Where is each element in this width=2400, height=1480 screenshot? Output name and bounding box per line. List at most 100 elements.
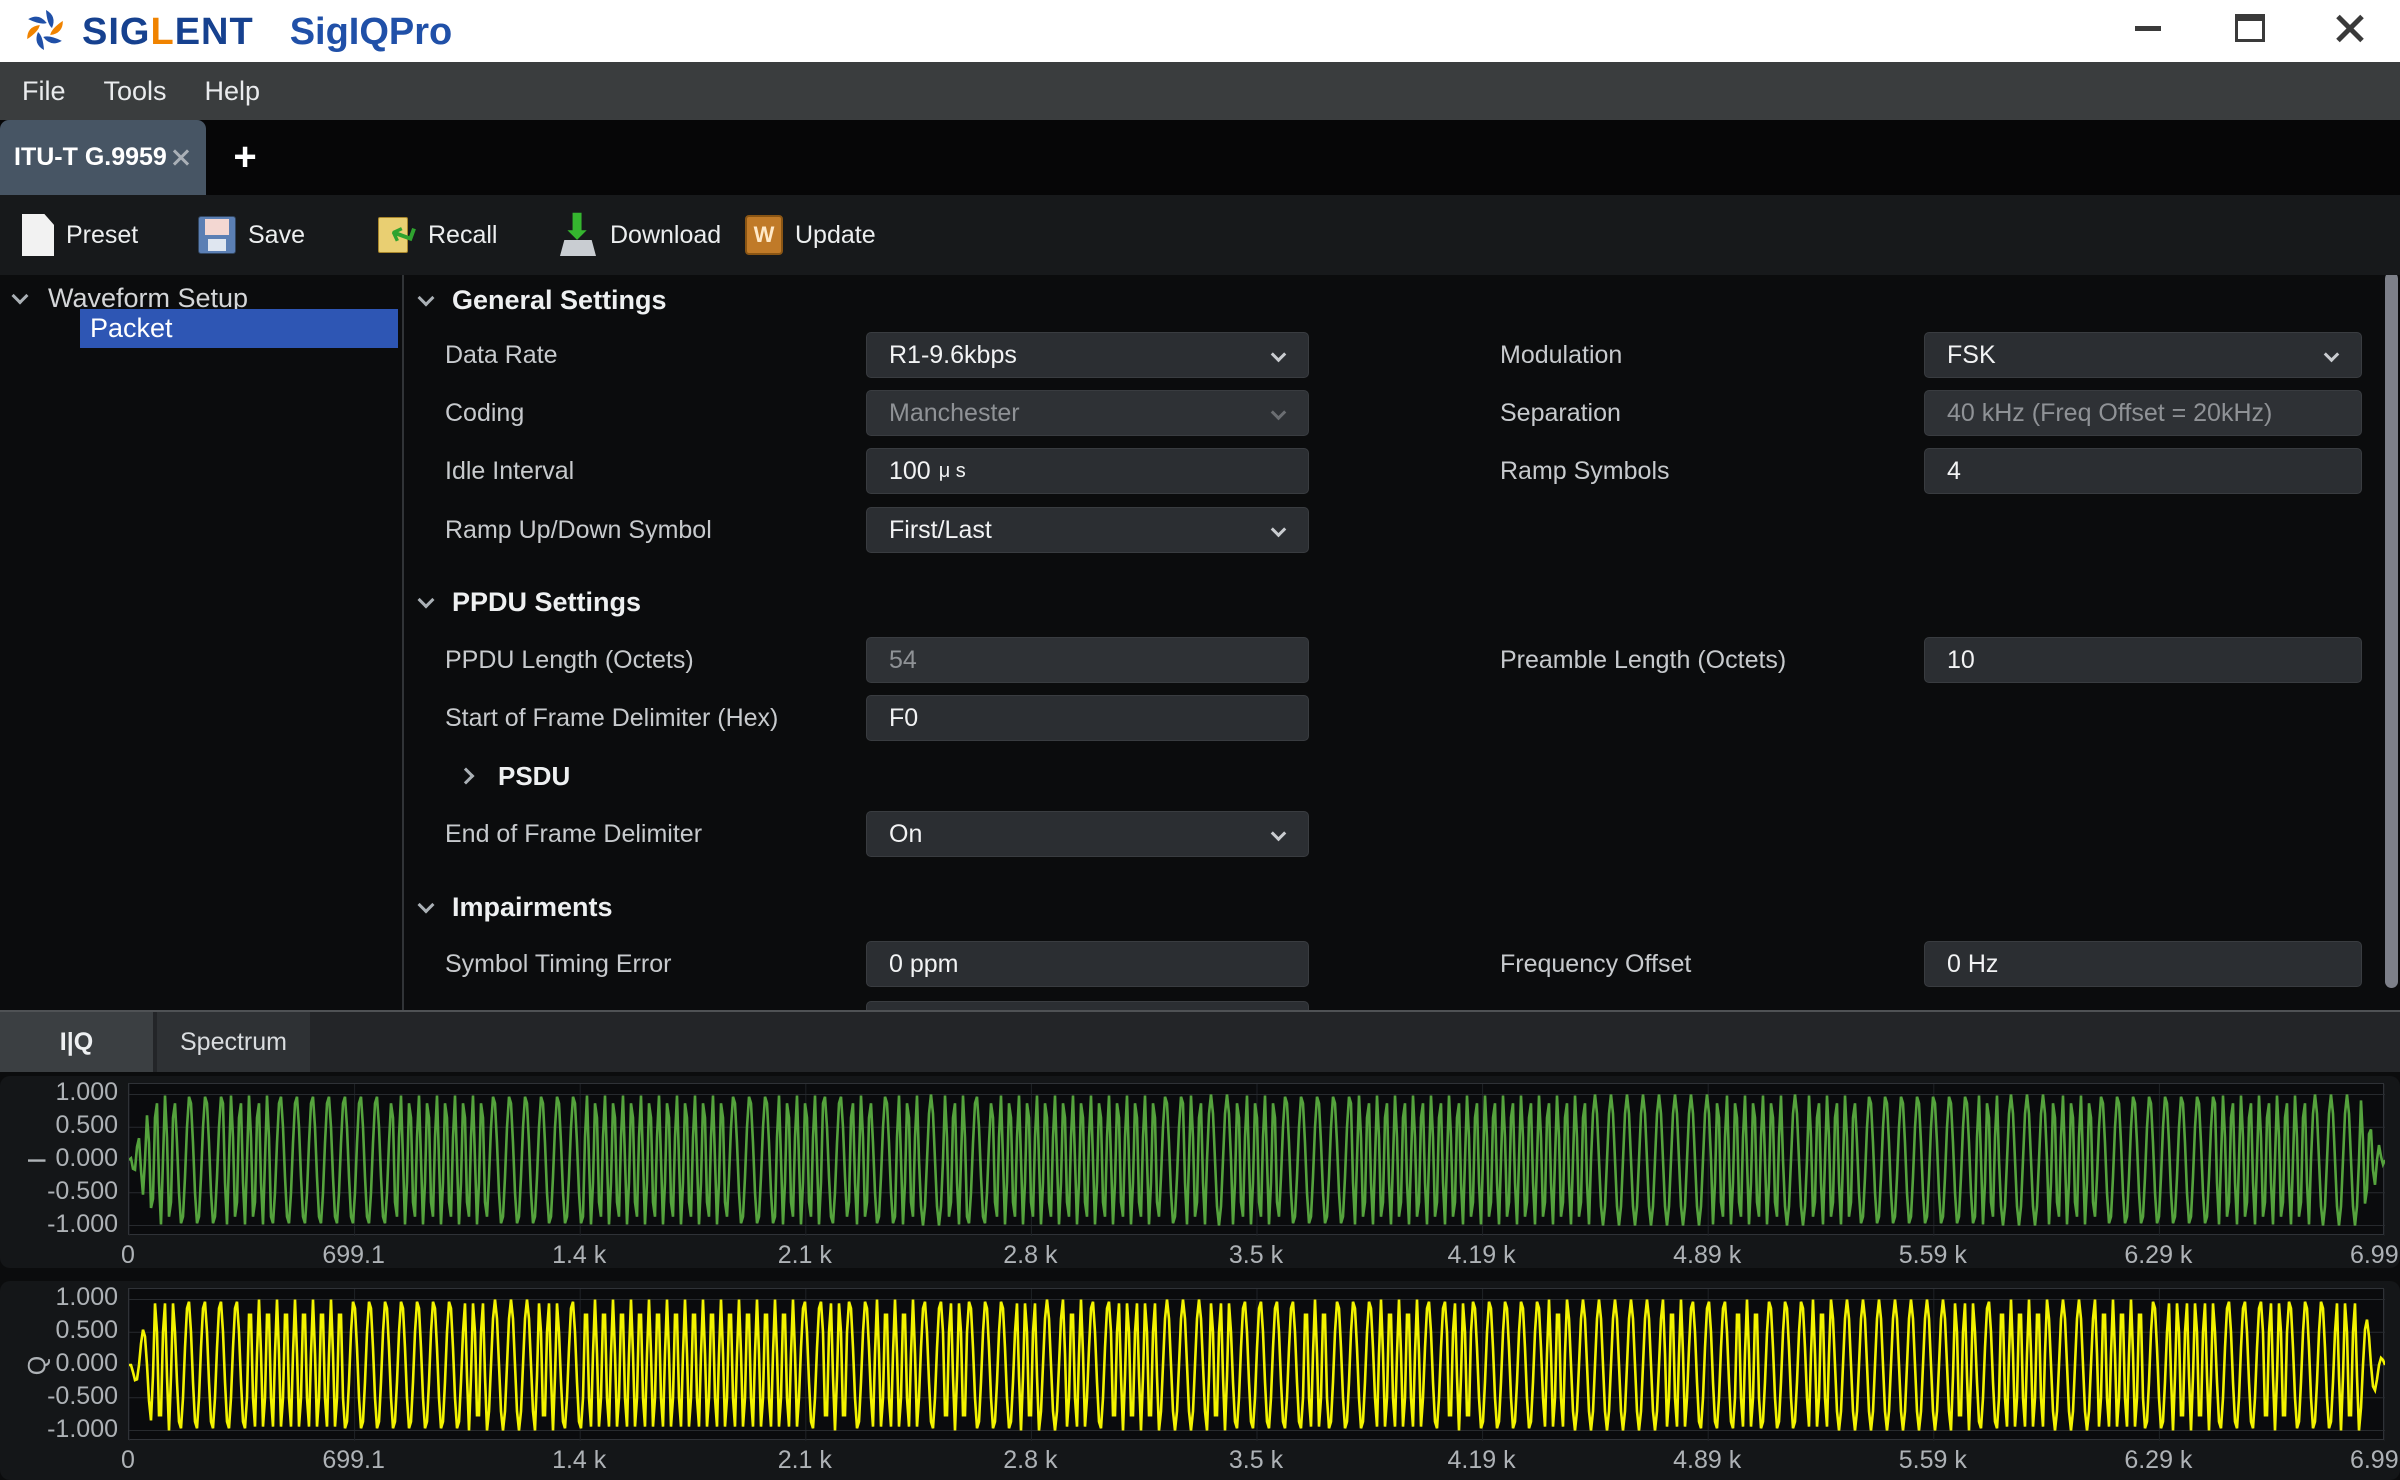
chevron-down-icon (1271, 522, 1287, 538)
x-tick-label: 5.59 k (1873, 1446, 1993, 1475)
menu-bar: File Tools Help (0, 62, 2400, 120)
update-w-icon: W (745, 215, 783, 255)
label-frequency-offset: Frequency Offset (1500, 941, 1691, 987)
x-tick-label: 6.29 k (2098, 1241, 2218, 1270)
floppy-disk-icon (198, 216, 236, 254)
chevron-down-icon (2324, 347, 2340, 363)
x-tick-label: 0 (68, 1241, 188, 1270)
x-tick-label: 4.19 k (1422, 1241, 1542, 1270)
y-tick-label: -0.500 (0, 1382, 118, 1411)
label-eof-delimiter: End of Frame Delimiter (445, 811, 702, 857)
maximize-button[interactable] (2215, 0, 2285, 56)
data-rate-dropdown[interactable]: R1-9.6kbps (866, 332, 1309, 378)
label-ramp-updown-symbol: Ramp Up/Down Symbol (445, 507, 712, 553)
brand-wordmark: SIGLENT (82, 11, 254, 54)
separation-field: 40 kHz (Freq Offset = 20kHz) (1924, 390, 2362, 436)
settings-panel: Waveform Setup Packet General Settings D… (0, 275, 2400, 1010)
tab-spectrum[interactable]: Spectrum (157, 1012, 310, 1072)
x-tick-label: 2.1 k (745, 1241, 865, 1270)
document-tab-bar: ITU-T G.9959 + (0, 120, 2400, 195)
chevron-down-icon (1271, 347, 1287, 363)
plot-tab-bar: I|Q Spectrum (0, 1012, 2400, 1072)
label-ppdu-length: PPDU Length (Octets) (445, 637, 694, 683)
label-coding: Coding (445, 390, 524, 436)
i-waveform-plot (128, 1083, 2384, 1235)
folder-recall-icon: ↵ (378, 215, 416, 255)
close-button[interactable] (2315, 0, 2385, 56)
tab-itu-t-g9959[interactable]: ITU-T G.9959 (0, 120, 206, 195)
menu-file[interactable]: File (22, 76, 66, 107)
label-data-rate: Data Rate (445, 332, 558, 378)
x-tick-label: 4.89 k (1647, 1446, 1767, 1475)
section-ppdu-settings[interactable]: PPDU Settings (420, 587, 641, 618)
toolbar: Preset Save ↵ Recall ⬇ Download W Update (0, 195, 2400, 275)
y-tick-label: -1.000 (0, 1415, 118, 1444)
label-modulation: Modulation (1500, 332, 1622, 378)
preamble-length-field[interactable]: 10 (1924, 637, 2362, 683)
frequency-offset-field[interactable]: 0 Hz (1924, 941, 2362, 987)
section-general-settings[interactable]: General Settings (420, 285, 667, 316)
chevron-down-icon (418, 290, 435, 307)
panel-divider (402, 275, 404, 1010)
modulation-dropdown[interactable]: FSK (1924, 332, 2362, 378)
siglent-swirl-logo-icon (22, 7, 68, 58)
minimize-icon (2135, 26, 2161, 31)
title-bar: SIGLENT SigIQPro (0, 0, 2400, 62)
tab-close-icon[interactable] (170, 147, 192, 169)
label-ramp-symbols: Ramp Symbols (1500, 448, 1670, 494)
label-symbol-timing-error: Symbol Timing Error (445, 941, 671, 987)
chevron-down-icon (1271, 826, 1287, 842)
label-sof-delimiter: Start of Frame Delimiter (Hex) (445, 695, 778, 741)
x-tick-label: 6.99 k (2324, 1241, 2400, 1270)
ramp-updown-symbol-dropdown[interactable]: First/Last (866, 507, 1309, 553)
y-tick-label: 0.500 (0, 1111, 118, 1140)
tree-item-packet[interactable]: Packet (80, 309, 398, 348)
chevron-down-icon (1271, 405, 1287, 421)
app-title: SigIQPro (290, 11, 453, 54)
x-tick-label: 3.5 k (1196, 1241, 1316, 1270)
label-idle-interval: Idle Interval (445, 448, 574, 494)
psdu-expander[interactable]: PSDU (460, 753, 570, 799)
tab-iq[interactable]: I|Q (0, 1012, 153, 1072)
x-tick-label: 3.5 k (1196, 1446, 1316, 1475)
x-tick-label: 0 (68, 1446, 188, 1475)
q-waveform-card: Q 1.0000.5000.000-0.500-1.000 0699.11.4 … (0, 1281, 2400, 1480)
label-preamble-length: Preamble Length (Octets) (1500, 637, 1786, 683)
preset-button[interactable]: Preset (22, 195, 138, 275)
ramp-symbols-field[interactable]: 4 (1924, 448, 2362, 494)
x-tick-label: 1.4 k (519, 1446, 639, 1475)
menu-help[interactable]: Help (205, 76, 261, 107)
x-tick-label: 6.29 k (2098, 1446, 2218, 1475)
update-button[interactable]: W Update (745, 195, 876, 275)
x-tick-label: 2.8 k (970, 1446, 1090, 1475)
x-tick-label: 2.8 k (970, 1241, 1090, 1270)
y-tick-label: 0.000 (0, 1144, 118, 1173)
i-waveform-card: I 1.0000.5000.000-0.500-1.000 0699.11.4 … (0, 1076, 2400, 1268)
x-tick-label: 4.89 k (1647, 1241, 1767, 1270)
chevron-down-icon (418, 592, 435, 609)
y-tick-label: 1.000 (0, 1283, 118, 1312)
x-tick-label: 1.4 k (519, 1241, 639, 1270)
new-tab-button[interactable]: + (222, 134, 268, 180)
x-tick-label: 699.1 (294, 1446, 414, 1475)
recall-button[interactable]: ↵ Recall (378, 195, 497, 275)
section-impairments[interactable]: Impairments (420, 892, 613, 923)
x-tick-label: 5.59 k (1873, 1241, 1993, 1270)
minimize-button[interactable] (2113, 0, 2183, 56)
x-tick-label: 699.1 (294, 1241, 414, 1270)
menu-tools[interactable]: Tools (104, 76, 167, 107)
save-button[interactable]: Save (198, 195, 305, 275)
q-waveform-plot (128, 1288, 2384, 1440)
symbol-timing-error-field[interactable]: 0 ppm (866, 941, 1309, 987)
idle-interval-field[interactable]: 100 μ s (866, 448, 1309, 494)
sof-delimiter-field[interactable]: F0 (866, 695, 1309, 741)
x-tick-label: 6.99 k (2324, 1446, 2400, 1475)
chevron-down-icon (418, 897, 435, 914)
maximize-icon (2235, 14, 2265, 42)
vertical-scrollbar-thumb[interactable] (2385, 275, 2398, 988)
chevron-right-icon (458, 768, 475, 785)
eof-delimiter-dropdown[interactable]: On (866, 811, 1309, 857)
chevron-down-icon (12, 287, 29, 304)
y-tick-label: -1.000 (0, 1210, 118, 1239)
download-button[interactable]: ⬇ Download (558, 195, 721, 275)
